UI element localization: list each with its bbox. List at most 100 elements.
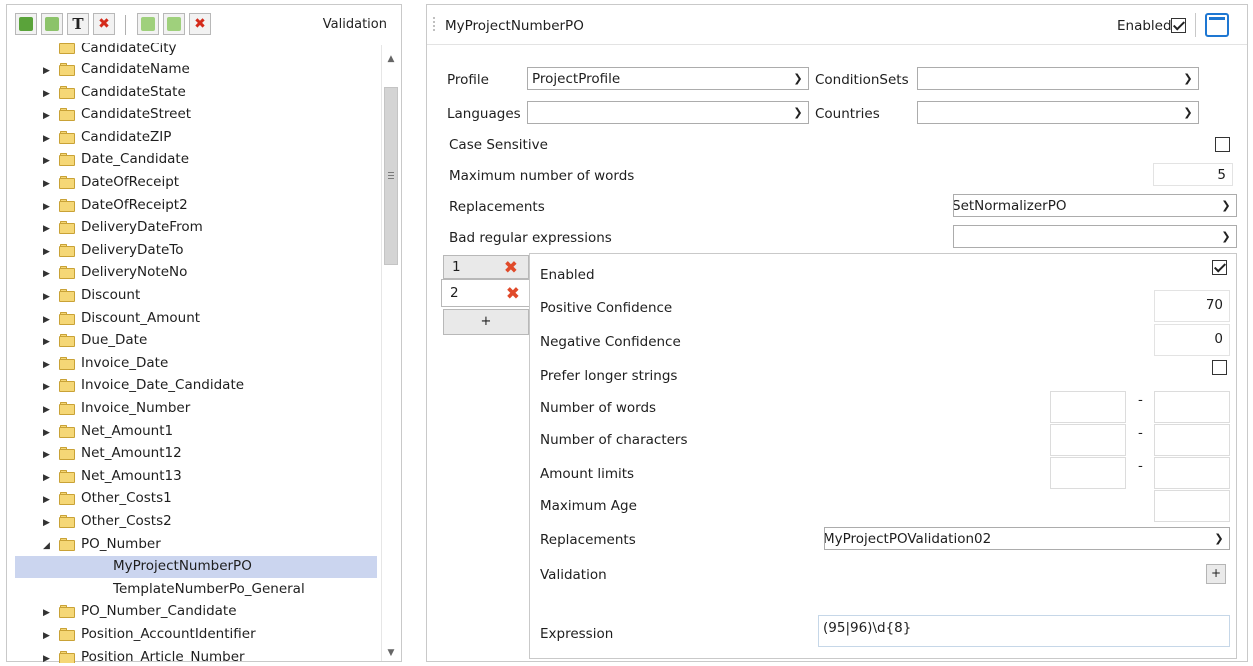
collapsed-arrow-icon[interactable]: ▶ [43, 179, 53, 189]
tree-item[interactable]: MyProjectNumberPO [15, 556, 377, 579]
collapsed-arrow-icon[interactable]: ▶ [43, 89, 53, 99]
tree-item[interactable]: ▶ Other_Costs2 [7, 511, 379, 533]
rule-tab-1[interactable]: 1 ✖ [443, 255, 529, 279]
tree-item[interactable]: ▶ CandidateState [7, 82, 379, 104]
collapsed-arrow-icon[interactable]: ▶ [43, 337, 53, 347]
rule-enabled-checkbox[interactable] [1212, 260, 1227, 275]
add-subitem-icon[interactable] [41, 13, 63, 35]
tree-item[interactable]: ▶ Discount [7, 285, 379, 307]
text-icon[interactable]: T [67, 13, 89, 35]
collapsed-arrow-icon[interactable]: ▶ [43, 247, 53, 257]
collapsed-arrow-icon[interactable]: ▶ [43, 608, 53, 618]
tree-item[interactable]: ▶ Net_Amount12 [7, 443, 379, 465]
expanded-arrow-icon[interactable]: ◢ [43, 541, 53, 551]
tree-item[interactable]: ▶ Net_Amount1 [7, 421, 379, 443]
tree-scrollbar[interactable]: ▲ ▼ [381, 45, 399, 661]
collapsed-arrow-icon[interactable]: ▶ [43, 269, 53, 279]
tree-item[interactable]: ▶ DeliveryDateTo [7, 240, 379, 262]
collapsed-arrow-icon[interactable]: ▶ [43, 156, 53, 166]
collapsed-arrow-icon[interactable]: ▶ [43, 382, 53, 392]
tree-item-label: PO_Number_Candidate [81, 603, 237, 620]
collapsed-arrow-icon[interactable]: ▶ [43, 405, 53, 415]
num-chars-min-input[interactable] [1050, 424, 1126, 456]
folder-icon [59, 628, 77, 642]
tree-item-label: CandidateCity [81, 43, 177, 56]
num-words-max-input[interactable] [1154, 391, 1230, 423]
collapsed-arrow-icon[interactable]: ▶ [43, 473, 53, 483]
collapsed-arrow-icon[interactable]: ▶ [43, 631, 53, 641]
rule-tab-2[interactable]: 2 ✖ [441, 279, 530, 307]
amount-limits-min-input[interactable] [1050, 457, 1126, 489]
tree-item[interactable]: ◢ PO_Number [7, 534, 379, 556]
add-rule-alt-icon[interactable] [163, 13, 185, 35]
collapsed-arrow-icon[interactable]: ▶ [43, 495, 53, 505]
tree-item[interactable]: ▶ CandidateName [7, 59, 379, 81]
tree-item[interactable]: ▶ Other_Costs1 [7, 488, 379, 510]
replacements-dropdown[interactable]: SetNormalizerPO ❯ [953, 194, 1237, 217]
scroll-thumb[interactable] [384, 87, 398, 265]
collapsed-arrow-icon[interactable]: ▶ [43, 111, 53, 121]
max-words-input[interactable]: 5 [1153, 163, 1233, 186]
collapsed-arrow-icon[interactable]: ▶ [43, 292, 53, 302]
max-age-input[interactable] [1154, 490, 1230, 522]
add-validation-button[interactable]: + [1206, 564, 1226, 584]
tree-item[interactable]: ▶ Invoice_Date [7, 353, 379, 375]
tree-item[interactable]: ▶ PO_Number_Candidate [7, 601, 379, 623]
maximize-window-icon[interactable] [1205, 13, 1229, 37]
tree-item[interactable]: TemplateNumberPo_General [7, 579, 379, 601]
num-chars-max-input[interactable] [1154, 424, 1230, 456]
tree-item[interactable]: ▶ Date_Candidate [7, 149, 379, 171]
tree-item[interactable]: ▶ DeliveryDateFrom [7, 217, 379, 239]
delete-rule-icon[interactable]: ✖ [504, 258, 518, 278]
pos-conf-input[interactable]: 70 [1154, 290, 1230, 322]
tree-item[interactable]: ▶ Invoice_Number [7, 398, 379, 420]
collapsed-arrow-icon[interactable]: ▶ [43, 654, 53, 663]
tree-item[interactable]: ▶ Discount_Amount [7, 308, 379, 330]
collapsed-arrow-icon[interactable]: ▶ [43, 134, 53, 144]
tree-item-label: CandidateZIP [81, 128, 172, 145]
rule-replacements-dropdown[interactable]: MyProjectPOValidation02 ❯ [824, 527, 1230, 550]
profile-dropdown[interactable]: ProjectProfile ❯ [527, 67, 809, 90]
drag-handle-icon[interactable] [433, 17, 435, 33]
scroll-down-icon[interactable]: ▼ [382, 645, 400, 661]
collapsed-arrow-icon[interactable]: ▶ [43, 202, 53, 212]
add-item-icon[interactable] [15, 13, 37, 35]
conditionsets-dropdown[interactable]: ❯ [917, 67, 1199, 90]
tree-item[interactable]: ▶ CandidateStreet [7, 104, 379, 126]
collapsed-arrow-icon[interactable]: ▶ [43, 450, 53, 460]
tree-item[interactable]: ▶ Position_AccountIdentifier [7, 624, 379, 646]
delete-rule-icon[interactable]: ✖ [189, 13, 211, 35]
tree-item-partial[interactable]: CandidateCity [7, 43, 379, 59]
tree-item[interactable]: ▶ Position_Article_Number [7, 647, 379, 663]
tree-item-label: CandidateName [81, 61, 190, 77]
collapsed-arrow-icon[interactable]: ▶ [43, 315, 53, 325]
countries-dropdown[interactable]: ❯ [917, 101, 1199, 124]
collapsed-arrow-icon[interactable]: ▶ [43, 428, 53, 438]
prefer-longer-checkbox[interactable] [1212, 360, 1227, 375]
tree-item[interactable]: ▶ DateOfReceipt [7, 172, 379, 194]
collapsed-arrow-icon[interactable]: ▶ [43, 518, 53, 528]
case-sensitive-checkbox[interactable] [1215, 137, 1230, 152]
add-rule-button[interactable]: + [443, 309, 529, 335]
expression-input[interactable]: (95|96)\d{8} [818, 615, 1230, 647]
tree-item[interactable]: ▶ DateOfReceipt2 [7, 195, 379, 217]
bad-regex-dropdown[interactable]: ❯ [953, 225, 1237, 248]
add-rule-icon[interactable] [137, 13, 159, 35]
collapsed-arrow-icon[interactable]: ▶ [43, 360, 53, 370]
tree-item[interactable]: ▶ Net_Amount13 [7, 466, 379, 488]
chevron-down-icon: ❯ [788, 102, 808, 123]
num-words-min-input[interactable] [1050, 391, 1126, 423]
languages-dropdown[interactable]: ❯ [527, 101, 809, 124]
tree-item[interactable]: ▶ DeliveryNoteNo [7, 262, 379, 284]
tree-item[interactable]: ▶ Due_Date [7, 330, 379, 352]
scroll-up-icon[interactable]: ▲ [382, 51, 400, 67]
tree-item[interactable]: ▶ Invoice_Date_Candidate [7, 375, 379, 397]
delete-icon[interactable]: ✖ [93, 13, 115, 35]
enabled-checkbox[interactable] [1171, 18, 1186, 33]
collapsed-arrow-icon[interactable]: ▶ [43, 224, 53, 234]
collapsed-arrow-icon[interactable]: ▶ [43, 66, 53, 76]
neg-conf-input[interactable]: 0 [1154, 324, 1230, 356]
delete-rule-icon[interactable]: ✖ [506, 284, 520, 304]
amount-limits-max-input[interactable] [1154, 457, 1230, 489]
tree-item[interactable]: ▶ CandidateZIP [7, 127, 379, 149]
